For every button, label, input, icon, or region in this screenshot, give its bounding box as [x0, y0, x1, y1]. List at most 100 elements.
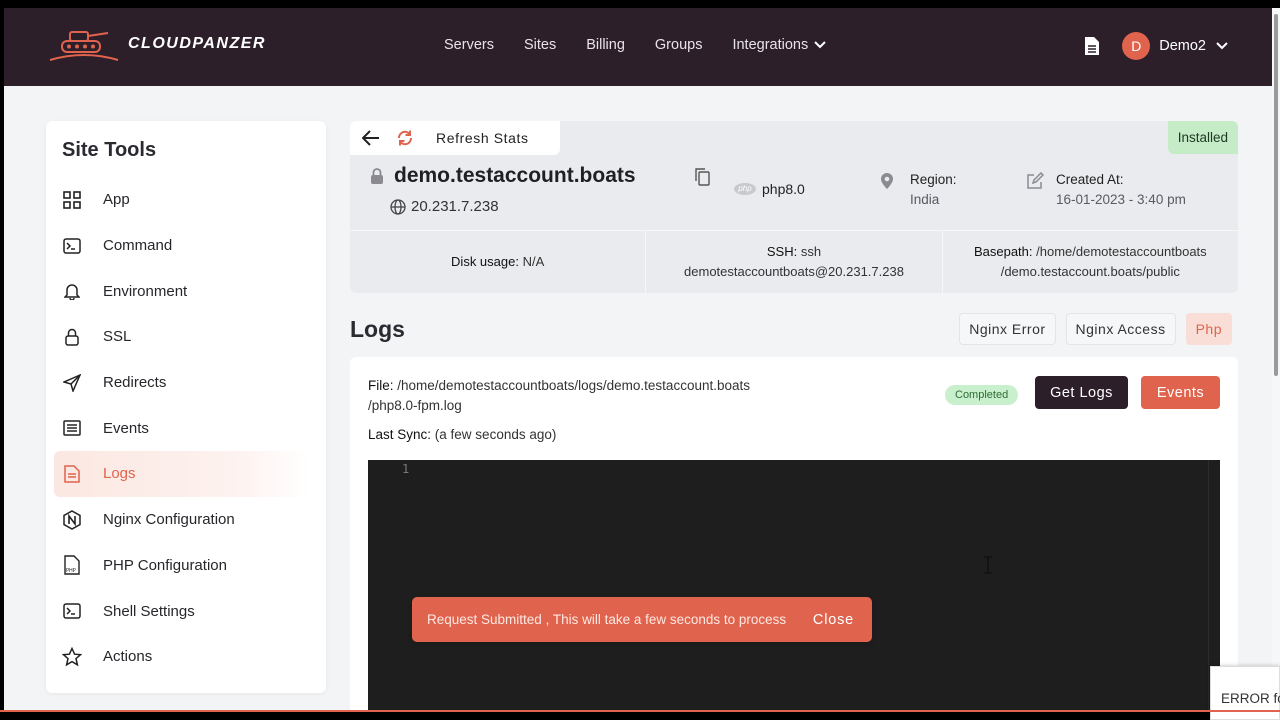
log-file-path: File: /home/demotestaccountboats/logs/de… — [368, 376, 768, 416]
nginx-icon — [62, 509, 82, 530]
log-viewer-card: File: /home/demotestaccountboats/logs/de… — [350, 357, 1238, 712]
tab-nginx-error[interactable]: Nginx Error — [959, 313, 1056, 345]
bell-icon — [62, 281, 82, 301]
log-editor[interactable]: 1 — [368, 460, 1220, 712]
file-icon — [62, 464, 82, 484]
sidebar-item-environment[interactable]: Environment — [54, 268, 310, 314]
refresh-stats-button[interactable]: Refresh Stats — [436, 130, 529, 146]
sidebar-item-php-configuration[interactable]: PHP PHP Configuration — [54, 543, 310, 589]
grid-icon — [62, 190, 82, 210]
sidebar-item-logs[interactable]: Logs — [54, 451, 310, 497]
app-frame: CLOUDPANZER Servers Sites Billing Groups… — [4, 8, 1280, 712]
toast-close-button[interactable]: Close — [813, 612, 854, 628]
file-path-value: /home/demotestaccountboats/logs/demo.tes… — [368, 378, 750, 413]
tab-nginx-access[interactable]: Nginx Access — [1065, 313, 1176, 345]
tab-php[interactable]: Php — [1185, 313, 1232, 345]
nav-integrations-label: Integrations — [732, 37, 809, 53]
copy-icon[interactable] — [694, 168, 710, 186]
sidebar-item-label: App — [103, 191, 130, 209]
ssh-stat: SSH: ssh demotestaccountboats@20.231.7.2… — [646, 231, 943, 293]
avatar[interactable]: D — [1122, 32, 1151, 60]
sidebar-item-nginx-configuration[interactable]: Nginx Configuration — [54, 497, 310, 543]
sidebar-title: Site Tools — [62, 139, 157, 161]
sidebar-item-label: Environment — [103, 282, 188, 300]
sidebar-item-label: Nginx Configuration — [103, 511, 235, 529]
sidebar-item-label: Logs — [103, 465, 136, 483]
site-ip: 20.231.7.238 — [390, 198, 499, 215]
region-info: Region: India — [880, 172, 957, 207]
nav-billing[interactable]: Billing — [586, 37, 625, 53]
get-logs-button[interactable]: Get Logs — [1035, 376, 1128, 409]
sidebar-item-label: Redirects — [103, 374, 167, 392]
status-badge: Completed — [945, 385, 1019, 405]
paper-plane-icon — [62, 373, 82, 393]
sidebar-item-app[interactable]: App — [54, 177, 310, 223]
created-label: Created At: — [1056, 172, 1124, 187]
php-logo-icon: php — [734, 183, 756, 195]
lock-icon — [371, 168, 383, 184]
sidebar-item-ssl[interactable]: SSL — [54, 314, 310, 360]
site-tools-sidebar: Site Tools App Command Environment SSL R… — [46, 121, 326, 693]
document-icon[interactable] — [1084, 36, 1100, 56]
disk-usage-stat: Disk usage: N/A — [350, 231, 647, 293]
php-version-value: php8.0 — [762, 181, 805, 197]
sidebar-item-label: Actions — [103, 648, 153, 666]
disk-usage-label: Disk usage: — [451, 254, 519, 269]
nav-integrations[interactable]: Integrations — [732, 37, 826, 53]
sidebar-item-actions[interactable]: Actions — [54, 634, 310, 680]
list-icon — [62, 418, 82, 438]
header-user-area: D Demo2 — [1084, 32, 1228, 60]
sync-label: Last Sync: — [368, 427, 432, 442]
nav-sites[interactable]: Sites — [524, 37, 556, 53]
site-ip-value: 20.231.7.238 — [411, 198, 499, 215]
refresh-icon[interactable] — [396, 129, 414, 147]
php-version: php php8.0 — [734, 181, 805, 197]
line-number: 1 — [402, 462, 410, 476]
disk-usage-value: N/A — [522, 254, 545, 269]
brand-logo[interactable]: CLOUDPANZER — [48, 24, 266, 64]
nav-servers[interactable]: Servers — [444, 37, 494, 53]
sidebar-item-command[interactable]: Command — [54, 223, 310, 269]
site-name: demo.testaccount.boats — [394, 164, 636, 187]
tank-logo-icon — [49, 31, 119, 61]
site-info-card: Refresh Stats Installed demo.testaccount… — [350, 121, 1238, 293]
top-navbar: CLOUDPANZER Servers Sites Billing Groups… — [4, 8, 1280, 86]
bottom-accent-line — [0, 710, 1280, 712]
sidebar-item-events[interactable]: Events — [54, 405, 310, 451]
toast-notification: Request Submitted , This will take a few… — [412, 597, 872, 642]
edit-icon — [1027, 172, 1044, 189]
file-label: File: — [368, 378, 394, 393]
refresh-bar: Refresh Stats — [350, 121, 560, 155]
lock-icon — [62, 327, 82, 347]
svg-text:PHP: PHP — [66, 568, 76, 574]
sidebar-list: App Command Environment SSL Redirects Ev… — [54, 177, 310, 680]
events-button[interactable]: Events — [1141, 376, 1220, 409]
nav-groups[interactable]: Groups — [655, 37, 703, 53]
brand-name: CLOUDPANZER — [128, 35, 266, 52]
terminal-icon — [62, 601, 82, 621]
page-scrollbar[interactable] — [1272, 8, 1280, 712]
text-cursor-icon — [984, 556, 992, 574]
log-type-tabs: Nginx Error Nginx Access Php — [959, 313, 1232, 345]
user-name[interactable]: Demo2 — [1159, 38, 1206, 54]
status-badge: Installed — [1167, 121, 1238, 154]
globe-icon — [390, 198, 406, 215]
basepath-label: Basepath: — [973, 244, 1033, 259]
location-pin-icon — [881, 173, 893, 189]
sync-value: (a few seconds ago) — [434, 427, 557, 442]
sidebar-item-shell-settings[interactable]: Shell Settings — [54, 588, 310, 634]
toast-message: Request Submitted , This will take a few… — [427, 612, 787, 627]
created-value: 16-01-2023 - 3:40 pm — [1056, 192, 1186, 207]
sidebar-item-label: Command — [103, 237, 173, 255]
page-scrollbar-thumb[interactable] — [1274, 14, 1278, 376]
region-value: India — [910, 192, 940, 207]
site-stats-row: Disk usage: N/A SSH: ssh demotestaccount… — [350, 230, 1238, 293]
sidebar-item-label: SSL — [103, 328, 132, 346]
sidebar-item-label: PHP Configuration — [103, 556, 227, 574]
chevron-down-icon — [814, 41, 826, 49]
logs-heading: Logs — [350, 316, 405, 342]
chevron-down-icon[interactable] — [1216, 42, 1228, 50]
sidebar-item-redirects[interactable]: Redirects — [54, 360, 310, 406]
back-arrow-icon[interactable] — [362, 130, 380, 146]
sidebar-item-label: Events — [103, 419, 149, 437]
